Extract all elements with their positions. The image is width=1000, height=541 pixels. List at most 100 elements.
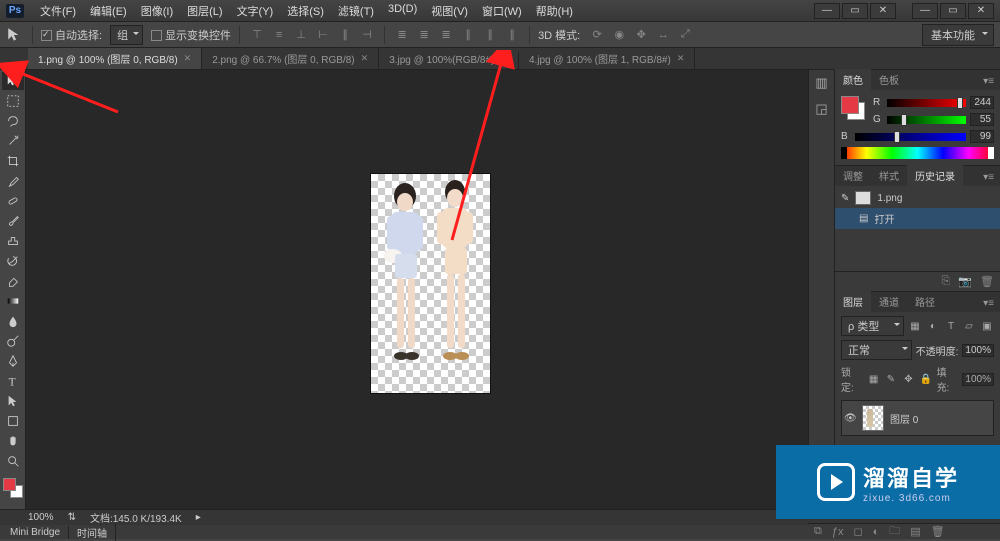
layer-filter-dropdown[interactable]: ρ 类型 bbox=[841, 316, 904, 336]
g-value[interactable]: 55 bbox=[970, 113, 994, 126]
chevron-icon[interactable]: ⇅ bbox=[68, 512, 76, 523]
move-tool[interactable] bbox=[2, 72, 24, 90]
zoom-level[interactable]: 100% bbox=[28, 512, 54, 523]
distribute-icon[interactable]: ∥ bbox=[459, 27, 477, 43]
menu-help[interactable]: 帮助(H) bbox=[530, 1, 579, 21]
layer-row[interactable]: 👁 图层 0 bbox=[841, 400, 994, 436]
lock-all-icon[interactable]: 🔒 bbox=[919, 372, 932, 386]
menu-image[interactable]: 图像(I) bbox=[135, 1, 179, 21]
b-value[interactable]: 99 bbox=[970, 130, 994, 143]
workspace-switcher[interactable]: 基本功能 bbox=[922, 24, 994, 46]
menu-type[interactable]: 文字(Y) bbox=[231, 1, 280, 21]
crop-tool[interactable] bbox=[2, 152, 24, 170]
document-tab[interactable]: 1.png @ 100% (图层 0, RGB/8)✕ bbox=[28, 48, 202, 69]
filter-smart-icon[interactable]: ▣ bbox=[980, 319, 994, 333]
menu-3d[interactable]: 3D(D) bbox=[382, 1, 423, 21]
lock-transparency-icon[interactable]: ▦ bbox=[867, 372, 880, 386]
magic-wand-tool[interactable] bbox=[2, 132, 24, 150]
heal-tool[interactable] bbox=[2, 192, 24, 210]
tab-timeline[interactable]: 时间轴 bbox=[69, 524, 116, 541]
tab-styles[interactable]: 样式 bbox=[871, 165, 907, 186]
align-left-icon[interactable]: ⊢ bbox=[314, 27, 332, 43]
camera-icon[interactable]: 📷 bbox=[958, 275, 972, 288]
fill-value[interactable]: 100% bbox=[962, 373, 994, 386]
align-hcenter-icon[interactable]: ∥ bbox=[336, 27, 354, 43]
chevron-right-icon[interactable]: ▸ bbox=[196, 512, 201, 523]
doc-close-button[interactable]: ✕ bbox=[870, 3, 896, 19]
filter-adjust-icon[interactable]: ◐ bbox=[926, 319, 940, 333]
zoom-tool[interactable] bbox=[2, 452, 24, 470]
marquee-tool[interactable] bbox=[2, 92, 24, 110]
tab-paths[interactable]: 路径 bbox=[907, 291, 943, 312]
doc-minimize-button[interactable]: — bbox=[814, 3, 840, 19]
navigator-panel-icon[interactable]: ◲ bbox=[813, 100, 831, 118]
tab-color[interactable]: 颜色 bbox=[835, 69, 871, 90]
color-spectrum[interactable] bbox=[841, 147, 994, 159]
doc-restore-button[interactable]: ▭ bbox=[842, 3, 868, 19]
align-right-icon[interactable]: ⊣ bbox=[358, 27, 376, 43]
distribute-icon[interactable]: ≣ bbox=[415, 27, 433, 43]
canvas-area[interactable] bbox=[26, 70, 808, 509]
filter-shape-icon[interactable]: ▱ bbox=[962, 319, 976, 333]
new-icon[interactable]: ▤ bbox=[910, 525, 920, 538]
distribute-icon[interactable]: ≣ bbox=[437, 27, 455, 43]
trash-icon[interactable]: 🗑 bbox=[980, 275, 994, 288]
fx-icon[interactable]: ƒx bbox=[832, 526, 844, 538]
menu-file[interactable]: 文件(F) bbox=[34, 1, 82, 21]
menu-edit[interactable]: 编辑(E) bbox=[84, 1, 133, 21]
scale-3d-icon[interactable]: ⤢ bbox=[676, 27, 694, 43]
history-brush-tool[interactable] bbox=[2, 252, 24, 270]
layer-thumbnail[interactable] bbox=[862, 405, 884, 431]
document-tab[interactable]: 4.jpg @ 100% (图层 1, RGB/8#)✕ bbox=[519, 48, 695, 69]
menu-select[interactable]: 选择(S) bbox=[281, 1, 330, 21]
pan-3d-icon[interactable]: ✥ bbox=[632, 27, 650, 43]
r-slider[interactable] bbox=[887, 99, 966, 107]
g-slider[interactable] bbox=[887, 116, 966, 124]
document-tab[interactable]: 3.jpg @ 100%(RGB/8#)✕ bbox=[379, 52, 519, 69]
type-tool[interactable]: T bbox=[2, 372, 24, 390]
distribute-icon[interactable]: ∥ bbox=[481, 27, 499, 43]
opacity-value[interactable]: 100% bbox=[962, 344, 994, 357]
blur-tool[interactable] bbox=[2, 312, 24, 330]
close-icon[interactable]: ✕ bbox=[677, 53, 685, 64]
b-slider[interactable] bbox=[855, 133, 966, 141]
auto-select-dropdown[interactable]: 组 bbox=[110, 25, 143, 45]
history-snapshot[interactable]: ✎ 1.png bbox=[835, 188, 1000, 208]
menu-layer[interactable]: 图层(L) bbox=[181, 1, 228, 21]
align-vcenter-icon[interactable]: ≡ bbox=[270, 27, 288, 43]
link-icon[interactable]: ⧉ bbox=[814, 525, 822, 538]
show-transform-checkbox[interactable]: 显示变换控件 bbox=[151, 27, 231, 43]
roll-3d-icon[interactable]: ◉ bbox=[610, 27, 628, 43]
align-top-icon[interactable]: ⊤ bbox=[248, 27, 266, 43]
document-tab[interactable]: 2.png @ 66.7% (图层 0, RGB/8)✕ bbox=[202, 48, 379, 69]
color-preview[interactable] bbox=[841, 96, 865, 120]
lock-pixels-icon[interactable]: ✎ bbox=[884, 372, 897, 386]
tab-channels[interactable]: 通道 bbox=[871, 291, 907, 312]
foreground-color[interactable] bbox=[3, 478, 16, 491]
hand-tool[interactable] bbox=[2, 432, 24, 450]
eyedropper-tool[interactable] bbox=[2, 172, 24, 190]
history-step[interactable]: ▤ 打开 bbox=[835, 208, 1000, 229]
panel-menu-icon[interactable]: ▾≡ bbox=[977, 73, 1000, 90]
tab-swatches[interactable]: 色板 bbox=[871, 69, 907, 90]
filter-type-icon[interactable]: T bbox=[944, 319, 958, 333]
gradient-tool[interactable] bbox=[2, 292, 24, 310]
tab-layers[interactable]: 图层 bbox=[835, 291, 871, 312]
r-value[interactable]: 244 bbox=[970, 96, 994, 109]
visibility-icon[interactable]: 👁 bbox=[844, 413, 856, 424]
window-minimize-button[interactable]: — bbox=[912, 3, 938, 19]
new-snapshot-icon[interactable]: ⎘ bbox=[942, 275, 951, 288]
adjustment-icon[interactable]: ◐ bbox=[873, 526, 880, 538]
window-maximize-button[interactable]: ▭ bbox=[940, 3, 966, 19]
distribute-icon[interactable]: ≣ bbox=[393, 27, 411, 43]
tab-mini-bridge[interactable]: Mini Bridge bbox=[2, 526, 69, 539]
shape-tool[interactable] bbox=[2, 412, 24, 430]
trash-icon[interactable]: 🗑 bbox=[931, 525, 945, 538]
filter-pixel-icon[interactable]: ▦ bbox=[908, 319, 922, 333]
close-icon[interactable]: ✕ bbox=[500, 55, 508, 66]
mask-icon[interactable]: ◻ bbox=[853, 525, 862, 538]
distribute-icon[interactable]: ∥ bbox=[503, 27, 521, 43]
close-icon[interactable]: ✕ bbox=[184, 53, 192, 64]
blend-mode-dropdown[interactable]: 正常 bbox=[841, 340, 912, 360]
eraser-tool[interactable] bbox=[2, 272, 24, 290]
